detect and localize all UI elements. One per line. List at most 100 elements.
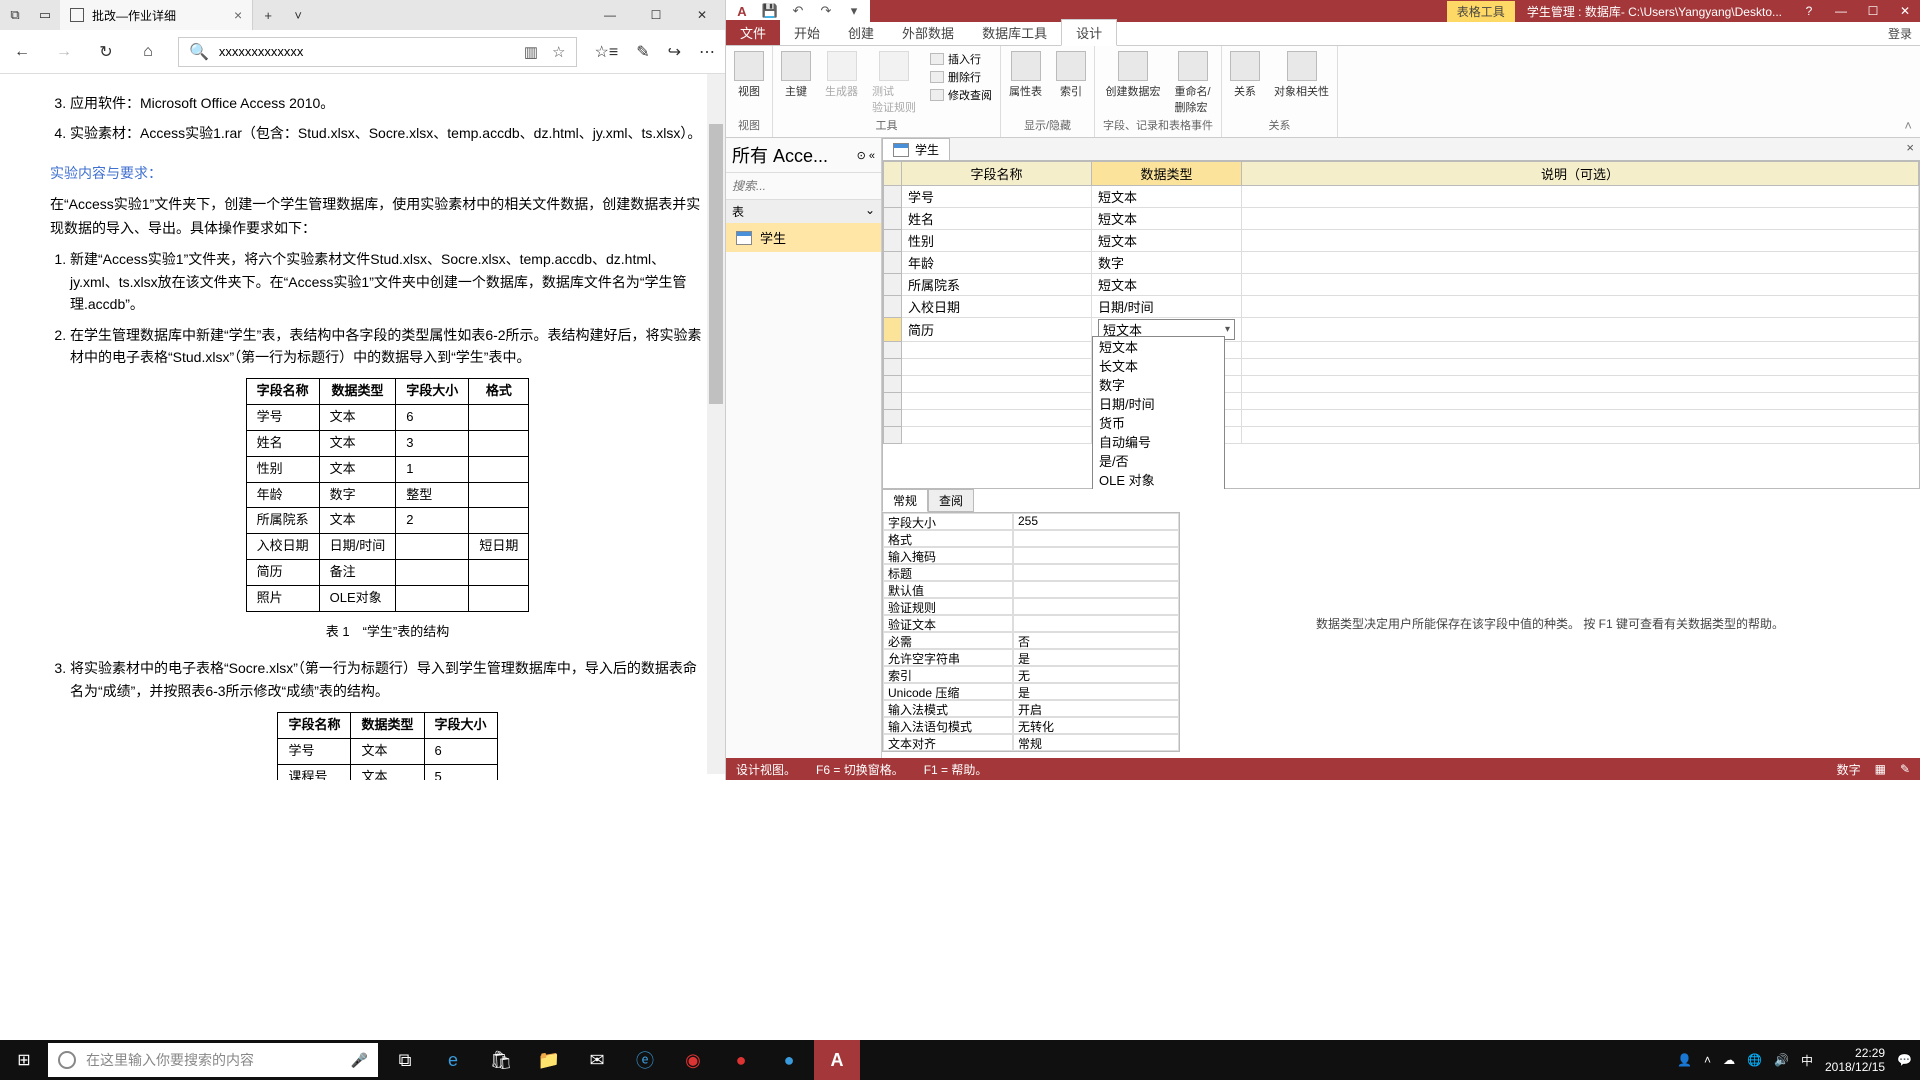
access-window: A 💾 ↶ ↷ ▾ 表格工具 学生管理 : 数据库- C:\Users\Yang… bbox=[726, 0, 1920, 780]
edge-taskbar-icon[interactable]: e bbox=[430, 1040, 476, 1080]
new-tab-icon[interactable]: + bbox=[253, 0, 283, 30]
page-icon bbox=[70, 8, 84, 22]
favorites-hub-icon[interactable]: ☆≡ bbox=[595, 42, 619, 62]
object-dep-button[interactable]: 对象相关性 bbox=[1274, 51, 1329, 99]
back-button[interactable]: ← bbox=[10, 43, 34, 61]
app-icon[interactable]: ● bbox=[766, 1040, 812, 1080]
nav-group-tables[interactable]: 表⌄ bbox=[726, 200, 881, 223]
tab-aside-icon[interactable]: ▭ bbox=[30, 0, 60, 30]
tab-more-icon[interactable]: ˅ bbox=[283, 0, 313, 30]
redo-icon[interactable]: ↷ bbox=[814, 1, 838, 21]
tab-create[interactable]: 创建 bbox=[834, 20, 888, 45]
undo-icon[interactable]: ↶ bbox=[786, 1, 810, 21]
indexes-button[interactable]: 索引 bbox=[1056, 51, 1086, 99]
onedrive-icon[interactable]: ☁ bbox=[1723, 1053, 1735, 1067]
page-content: 应用软件：Microsoft Office Access 2010。 实验素材：… bbox=[0, 74, 725, 780]
more-icon[interactable]: ⋯ bbox=[699, 42, 715, 62]
forward-button[interactable]: → bbox=[52, 43, 76, 61]
volume-icon[interactable]: 🔊 bbox=[1774, 1053, 1789, 1067]
insert-row-button[interactable]: 插入行 bbox=[930, 51, 992, 67]
share-icon[interactable]: ↪ bbox=[668, 42, 681, 62]
close-button[interactable]: ✕ bbox=[679, 0, 725, 30]
netease-music-icon[interactable]: ◉ bbox=[670, 1040, 716, 1080]
ime-indicator[interactable]: 中 bbox=[1801, 1052, 1813, 1069]
test-rule-button[interactable]: 测试 验证规则 bbox=[872, 51, 916, 115]
prop-tab-general[interactable]: 常规 bbox=[882, 489, 928, 512]
access-app-icon[interactable]: A bbox=[730, 1, 754, 21]
nav-search[interactable]: 🔍 bbox=[726, 173, 881, 200]
edge-navbar: ← → ↻ ⌂ 🔍 ▥ ☆ ☆≡ ✎ ↪ ⋯ bbox=[0, 30, 725, 74]
builder-button[interactable]: 生成器 bbox=[825, 51, 858, 99]
mic-icon[interactable]: 🎤 bbox=[351, 1052, 368, 1069]
view-button[interactable]: 视图 bbox=[734, 51, 764, 99]
tab-close-icon[interactable]: × bbox=[234, 7, 242, 23]
prop-tab-lookup[interactable]: 查阅 bbox=[928, 489, 974, 512]
nav-collapse-icon[interactable]: ⊙ « bbox=[857, 149, 875, 162]
body-text: 在“Access实验1”文件夹下，创建一个学生管理数据库，使用实验素材中的相关文… bbox=[50, 193, 705, 241]
object-tab-student[interactable]: 学生 bbox=[882, 138, 950, 160]
record-icon[interactable]: ● bbox=[718, 1040, 764, 1080]
ie-icon[interactable]: ⓔ bbox=[622, 1040, 668, 1080]
tray-chevron-icon[interactable]: ˄ bbox=[1704, 1053, 1711, 1067]
property-sheet-button[interactable]: 属性表 bbox=[1009, 51, 1042, 99]
property-grid[interactable]: 字段大小255 格式 输入掩码 标题 默认值 验证规则 验证文本 必需否 允许空… bbox=[882, 512, 1180, 752]
mail-icon[interactable]: ✉ bbox=[574, 1040, 620, 1080]
maximize-button[interactable]: ☐ bbox=[1858, 0, 1888, 22]
tab-activity-icon[interactable]: ⧉ bbox=[0, 0, 30, 30]
taskbar-clock[interactable]: 22:29 2018/12/15 bbox=[1825, 1046, 1885, 1075]
chevron-down-icon[interactable]: ▾ bbox=[1225, 324, 1230, 335]
refresh-button[interactable]: ↻ bbox=[94, 42, 118, 62]
save-icon[interactable]: 💾 bbox=[758, 1, 782, 21]
network-icon[interactable]: 🌐 bbox=[1747, 1053, 1762, 1067]
tab-external[interactable]: 外部数据 bbox=[888, 20, 968, 45]
index-icon bbox=[1056, 51, 1086, 81]
data-type-dropdown[interactable]: 短文本▾ 短文本 长文本 数字 日期/时间 货币 自动编号 是/否 OLE 对象 bbox=[1092, 318, 1242, 342]
modify-lookup-button[interactable]: 修改查阅 bbox=[930, 87, 992, 103]
favorite-star-icon[interactable]: ☆ bbox=[552, 43, 565, 61]
taskbar-search[interactable]: 在这里输入你要搜索的内容 🎤 bbox=[48, 1043, 378, 1077]
nav-item-student-table[interactable]: 学生 bbox=[726, 223, 881, 252]
group-collapse-icon[interactable]: ⌄ bbox=[865, 203, 875, 220]
minimize-button[interactable]: — bbox=[587, 0, 633, 30]
help-icon[interactable]: ? bbox=[1794, 0, 1824, 22]
nav-search-input[interactable] bbox=[732, 179, 889, 193]
scrollbar[interactable] bbox=[707, 74, 725, 774]
tab-design[interactable]: 设计 bbox=[1061, 19, 1117, 46]
ribbon-collapse-icon[interactable]: ˄ bbox=[1896, 114, 1920, 137]
data-type-list[interactable]: 短文本 长文本 数字 日期/时间 货币 自动编号 是/否 OLE 对象 超链接 … bbox=[1092, 336, 1225, 490]
address-bar[interactable]: 🔍 ▥ ☆ bbox=[178, 37, 577, 67]
rename-macro-button[interactable]: 重命名/ 删除宏 bbox=[1174, 51, 1210, 115]
home-button[interactable]: ⌂ bbox=[136, 43, 160, 61]
section-title: 实验内容与要求： bbox=[50, 163, 705, 183]
tab-title: 批改—作业详细 bbox=[92, 7, 176, 24]
object-close-icon[interactable]: × bbox=[1906, 140, 1914, 155]
view-datasheet-icon[interactable]: ▦ bbox=[1875, 762, 1886, 776]
field-grid[interactable]: 字段名称 数据类型 说明（可选） 学号短文本 姓名短文本 性别短文本 年龄数字 … bbox=[882, 160, 1920, 490]
login-link[interactable]: 登录 bbox=[1880, 22, 1920, 45]
delete-row-button[interactable]: 删除行 bbox=[930, 69, 992, 85]
explorer-icon[interactable]: 📁 bbox=[526, 1040, 572, 1080]
people-icon[interactable]: 👤 bbox=[1677, 1053, 1692, 1067]
scrollbar-thumb[interactable] bbox=[709, 124, 723, 404]
tab-home[interactable]: 开始 bbox=[780, 20, 834, 45]
browser-tab[interactable]: 批改—作业详细 × bbox=[60, 0, 253, 30]
notes-icon[interactable]: ✎ bbox=[636, 42, 649, 62]
relationships-button[interactable]: 关系 bbox=[1230, 51, 1260, 99]
store-icon[interactable]: 🛍 bbox=[478, 1040, 524, 1080]
url-input[interactable] bbox=[219, 44, 514, 59]
notifications-icon[interactable]: 💬 bbox=[1897, 1053, 1912, 1067]
nav-pane-header[interactable]: 所有 Acce... ⊙ « bbox=[726, 138, 881, 173]
create-macro-button[interactable]: 创建数据宏 bbox=[1105, 51, 1160, 99]
qat-more-icon[interactable]: ▾ bbox=[842, 1, 866, 21]
close-button[interactable]: ✕ bbox=[1890, 0, 1920, 22]
reading-view-icon[interactable]: ▥ bbox=[524, 43, 538, 61]
view-design-icon[interactable]: ✎ bbox=[1900, 762, 1910, 776]
start-button[interactable]: ⊞ bbox=[0, 1040, 48, 1080]
task-view-icon[interactable]: ⧉ bbox=[382, 1040, 428, 1080]
maximize-button[interactable]: ☐ bbox=[633, 0, 679, 30]
tab-file[interactable]: 文件 bbox=[726, 20, 780, 45]
access-taskbar-icon[interactable]: A bbox=[814, 1040, 860, 1080]
tab-dbtools[interactable]: 数据库工具 bbox=[968, 20, 1061, 45]
minimize-button[interactable]: — bbox=[1826, 0, 1856, 22]
primary-key-button[interactable]: 主键 bbox=[781, 51, 811, 99]
